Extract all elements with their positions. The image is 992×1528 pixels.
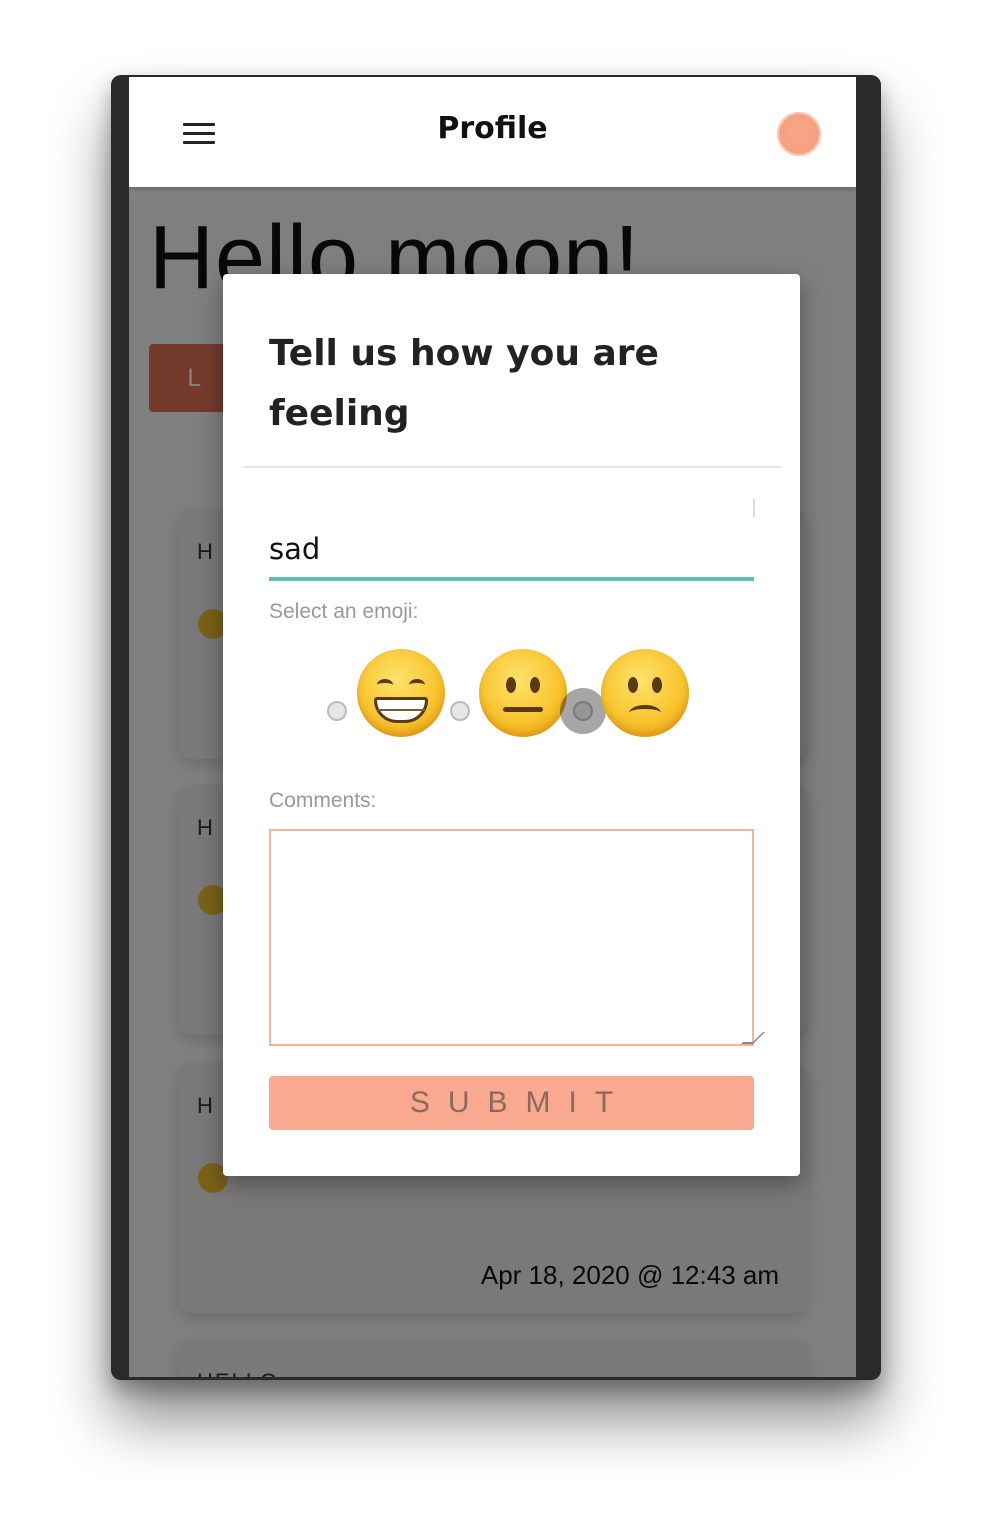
page-title: Profile: [437, 111, 548, 146]
feeling-dialog: Tell us how you are feeling Select an em…: [223, 274, 800, 1176]
divider: [243, 466, 781, 468]
avatar[interactable]: [777, 112, 821, 156]
radio-grinning-face[interactable]: [327, 701, 347, 721]
comments-label: Comments:: [269, 789, 377, 812]
radio-neutral-face[interactable]: [450, 701, 470, 721]
app-bar: Profile: [129, 77, 856, 187]
neutral-face-icon[interactable]: [479, 649, 567, 737]
frowning-face-icon[interactable]: [601, 649, 689, 737]
feeling-input[interactable]: [269, 499, 754, 581]
grinning-face-icon[interactable]: [357, 649, 445, 737]
radio-frowning-face[interactable]: [560, 688, 606, 734]
app-screen: Profile Hello moon! L H H H Apr 18, 2020…: [129, 77, 856, 1377]
device-frame: Profile Hello moon! L H H H Apr 18, 2020…: [111, 75, 881, 1380]
input-edge: [753, 499, 755, 517]
emoji-label: Select an emoji:: [269, 600, 419, 623]
submit-button[interactable]: SUBMIT: [269, 1076, 754, 1130]
dialog-title: Tell us how you are feeling: [269, 333, 659, 434]
comments-textarea[interactable]: [269, 829, 754, 1046]
